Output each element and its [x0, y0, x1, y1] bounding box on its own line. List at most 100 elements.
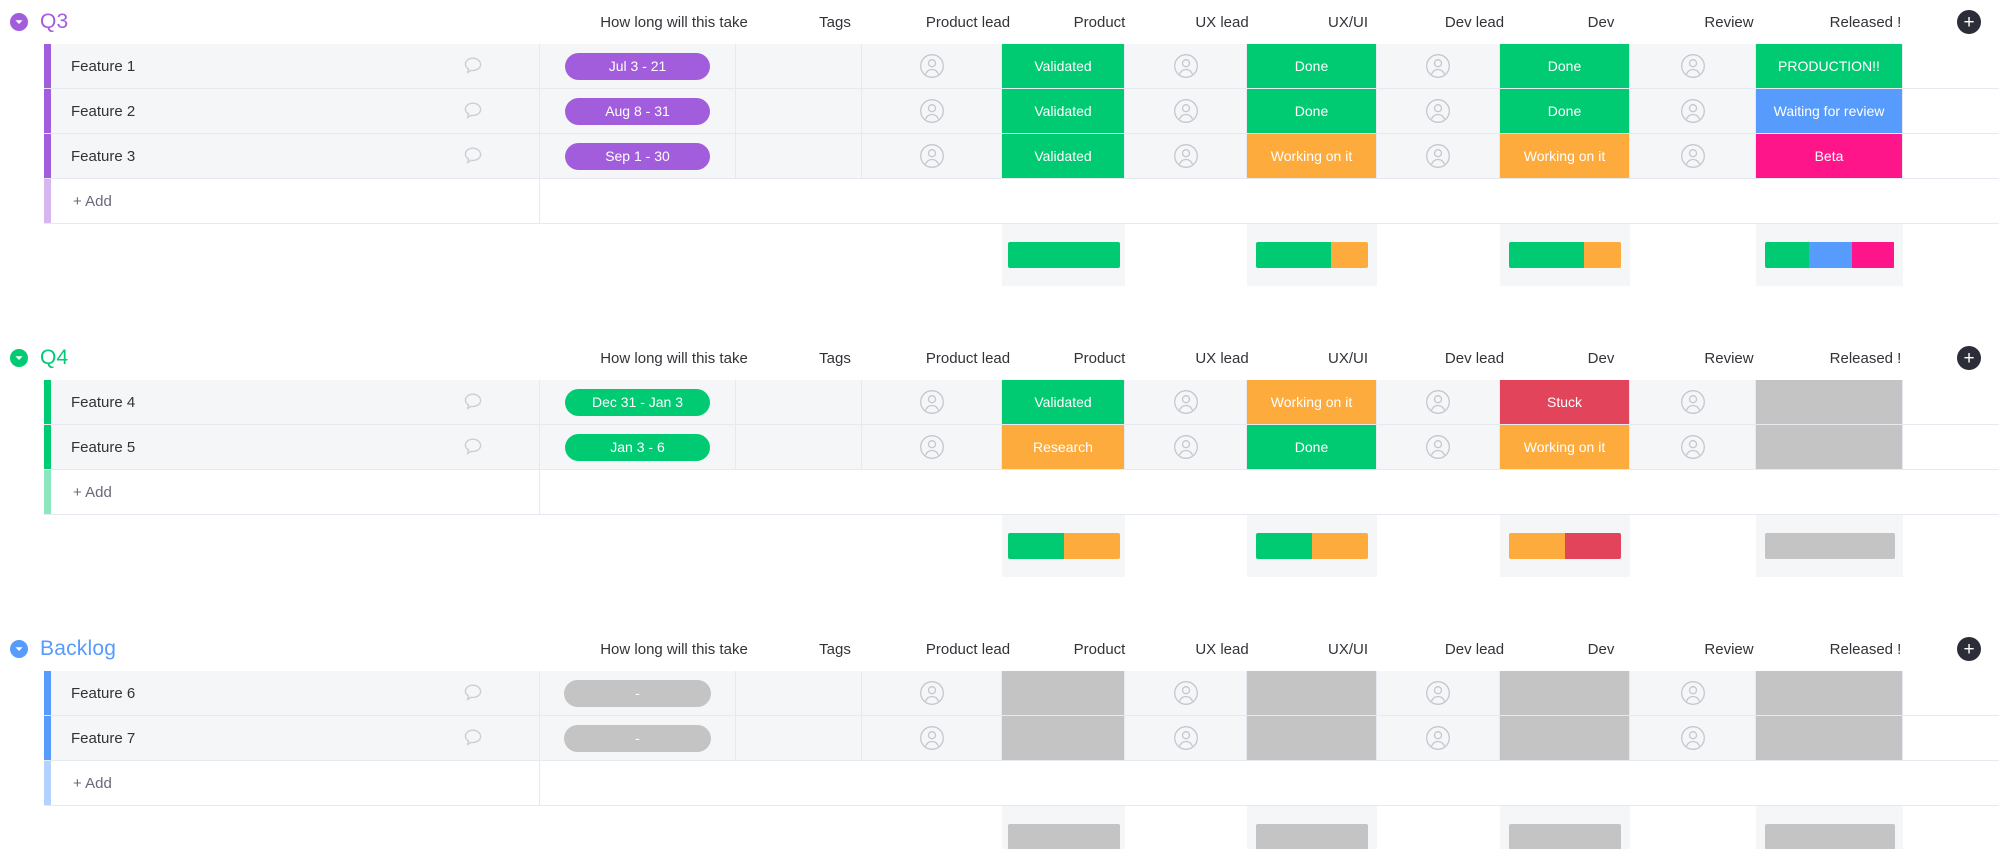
add-item-button[interactable]: + Add [51, 761, 540, 805]
timeline-pill[interactable]: Jul 3 - 21 [565, 52, 710, 80]
status-badge[interactable]: Done [1500, 89, 1629, 133]
status-badge[interactable]: Validated [1002, 380, 1124, 424]
cell-product_lead[interactable] [862, 380, 1002, 424]
status-badge[interactable]: Validated [1002, 44, 1124, 88]
column-header-product[interactable]: Product [1038, 14, 1161, 31]
summary-battery[interactable] [1007, 242, 1120, 268]
add-item-row[interactable]: + Add [44, 179, 1999, 224]
cell-product[interactable]: Validated [1002, 134, 1125, 178]
cell-dev[interactable]: Stuck [1500, 380, 1630, 424]
cell-ux_ui[interactable] [1247, 671, 1377, 715]
cell-ux_ui[interactable]: Done [1247, 89, 1377, 133]
person-avatar-icon[interactable] [1680, 98, 1706, 124]
cell-ux_ui[interactable]: Working on it [1247, 380, 1377, 424]
cell-review[interactable] [1630, 134, 1756, 178]
person-avatar-icon[interactable] [919, 53, 945, 79]
cell-timeline[interactable]: Dec 31 - Jan 3 [540, 380, 736, 424]
chat-bubble-icon[interactable] [461, 54, 485, 78]
chat-bubble-icon[interactable] [461, 681, 485, 705]
cell-tags[interactable] [736, 671, 862, 715]
table-row[interactable]: Feature 5 Jan 3 - 6 Research Done Working on… [44, 425, 1999, 470]
cell-item-name[interactable]: Feature 3 [51, 134, 540, 178]
person-avatar-icon[interactable] [1680, 143, 1706, 169]
timeline-pill[interactable]: - [564, 679, 711, 707]
add-column-button[interactable]: + [1939, 10, 1999, 34]
cell-item-name[interactable]: Feature 5 [51, 425, 540, 469]
group-title[interactable]: Q4 [40, 346, 68, 370]
cell-timeline[interactable]: - [540, 671, 736, 715]
status-badge[interactable]: PRODUCTION!! [1756, 44, 1902, 88]
cell-ux_ui[interactable]: Working on it [1247, 134, 1377, 178]
cell-product_lead[interactable] [862, 89, 1002, 133]
table-row[interactable]: Feature 4 Dec 31 - Jan 3 Validated Working … [44, 380, 1999, 425]
table-row[interactable]: Feature 7 - [44, 716, 1999, 761]
column-header-dev[interactable]: Dev [1536, 641, 1666, 658]
cell-released[interactable]: Beta [1756, 134, 1903, 178]
cell-product[interactable]: Validated [1002, 89, 1125, 133]
cell-ux_lead[interactable] [1125, 44, 1247, 88]
person-avatar-icon[interactable] [1173, 680, 1199, 706]
timeline-pill[interactable]: Jan 3 - 6 [565, 433, 710, 461]
status-badge[interactable] [1756, 671, 1902, 715]
summary-battery[interactable] [1256, 242, 1368, 268]
summary-battery[interactable] [1764, 533, 1895, 559]
add-column-button[interactable]: + [1939, 637, 1999, 661]
status-badge[interactable]: Validated [1002, 89, 1124, 133]
status-badge[interactable]: Research [1002, 425, 1124, 469]
column-header-released[interactable]: Released ! [1792, 350, 1939, 367]
column-header-ux_ui[interactable]: UX/UI [1283, 641, 1413, 658]
person-avatar-icon[interactable] [1173, 725, 1199, 751]
status-badge[interactable] [1247, 716, 1376, 760]
cell-dev_lead[interactable] [1377, 380, 1500, 424]
status-badge[interactable]: Beta [1756, 134, 1902, 178]
person-avatar-icon[interactable] [1425, 53, 1451, 79]
person-avatar-icon[interactable] [919, 725, 945, 751]
column-header-timeline[interactable]: How long will this take [576, 14, 772, 31]
column-header-product_lead[interactable]: Product lead [898, 641, 1038, 658]
cell-timeline[interactable]: Aug 8 - 31 [540, 89, 736, 133]
status-badge[interactable]: Validated [1002, 134, 1124, 178]
cell-released[interactable] [1756, 380, 1903, 424]
column-header-dev_lead[interactable]: Dev lead [1413, 641, 1536, 658]
cell-released[interactable] [1756, 716, 1903, 760]
status-badge[interactable]: Done [1500, 44, 1629, 88]
person-avatar-icon[interactable] [1173, 143, 1199, 169]
column-header-tags[interactable]: Tags [772, 350, 898, 367]
person-avatar-icon[interactable] [919, 98, 945, 124]
cell-review[interactable] [1630, 380, 1756, 424]
column-header-product[interactable]: Product [1038, 350, 1161, 367]
chat-bubble-icon[interactable] [461, 390, 485, 414]
cell-product[interactable]: Validated [1002, 380, 1125, 424]
cell-released[interactable] [1756, 425, 1903, 469]
cell-item-name[interactable]: Feature 6 [51, 671, 540, 715]
person-avatar-icon[interactable] [919, 389, 945, 415]
person-avatar-icon[interactable] [1680, 680, 1706, 706]
cell-ux_lead[interactable] [1125, 425, 1247, 469]
cell-timeline[interactable]: Jan 3 - 6 [540, 425, 736, 469]
cell-review[interactable] [1630, 671, 1756, 715]
cell-tags[interactable] [736, 425, 862, 469]
cell-review[interactable] [1630, 425, 1756, 469]
status-badge[interactable]: Working on it [1247, 380, 1376, 424]
status-badge[interactable] [1002, 671, 1124, 715]
cell-tags[interactable] [736, 89, 862, 133]
person-avatar-icon[interactable] [1680, 389, 1706, 415]
cell-dev[interactable]: Working on it [1500, 134, 1630, 178]
column-header-dev[interactable]: Dev [1536, 350, 1666, 367]
status-badge[interactable] [1500, 671, 1629, 715]
cell-tags[interactable] [736, 134, 862, 178]
status-badge[interactable] [1756, 425, 1902, 469]
chevron-down-icon[interactable] [10, 349, 28, 367]
status-badge[interactable]: Done [1247, 44, 1376, 88]
person-avatar-icon[interactable] [1425, 389, 1451, 415]
group-title[interactable]: Backlog [40, 637, 116, 661]
column-header-dev[interactable]: Dev [1536, 14, 1666, 31]
cell-product_lead[interactable] [862, 44, 1002, 88]
table-row[interactable]: Feature 2 Aug 8 - 31 Validated Done Done Wait… [44, 89, 1999, 134]
person-avatar-icon[interactable] [1173, 53, 1199, 79]
chat-bubble-icon[interactable] [461, 726, 485, 750]
cell-dev_lead[interactable] [1377, 671, 1500, 715]
column-header-review[interactable]: Review [1666, 350, 1792, 367]
status-badge[interactable] [1500, 716, 1629, 760]
timeline-pill[interactable]: Sep 1 - 30 [565, 142, 710, 170]
